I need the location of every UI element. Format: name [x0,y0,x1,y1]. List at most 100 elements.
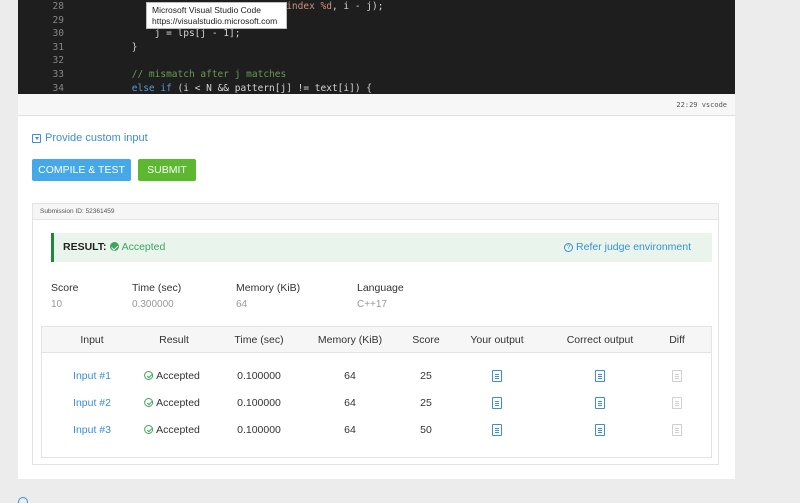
stat-time-header: Time (sec) [132,282,182,294]
document-icon[interactable] [595,370,605,382]
info-circle-icon [18,497,28,503]
memory-cell: 64 [344,424,356,436]
stat-time: Time (sec) 0.300000 [132,282,181,310]
code-token: // mismatch after j matches [131,68,287,80]
document-icon [672,370,682,382]
code-token: else if [131,82,172,94]
document-icon[interactable] [492,370,502,382]
input-link[interactable]: Input #1 [73,370,111,382]
stat-score-header: Score [51,282,79,294]
column-header: Score [412,334,440,346]
column-header: Memory (KiB) [317,334,383,346]
code-line[interactable]: // mismatch after j matches [86,68,735,82]
code-line[interactable] [86,54,735,68]
memory-cell: 64 [344,397,356,409]
score-cell: 25 [420,397,432,409]
code-token: , i - j); [331,1,384,12]
app-tooltip: Microsoft Visual Studio Code https://vis… [146,2,287,29]
score-cell: 25 [420,370,432,382]
check-circle-icon [144,371,154,380]
code-line[interactable]: } [86,41,735,55]
line-number: 29 [52,14,64,26]
your-output-cell[interactable] [492,397,502,412]
tooltip-title: Microsoft Visual Studio Code [152,5,261,15]
provide-custom-input-toggle[interactable]: Provide custom input [32,132,148,144]
line-number: 30 [52,28,64,40]
your-output-cell[interactable] [492,370,502,385]
submission-card: Submission ID: 52361459 RESULT: Accepted … [32,203,719,465]
input-link[interactable]: Input #3 [73,424,111,436]
test-results-table: Input Result Time (sec) Memory (KiB) Sco… [41,326,712,458]
column-header: Diff [669,334,685,346]
table-row: Input #3 Accepted 0.100000 64 50 [42,418,711,445]
score-cell: 50 [420,424,432,436]
stat-language: Language C++17 [357,282,404,310]
check-circle-icon [144,425,154,434]
code-token: (i < N && pattern[j] != text[i]) { [171,82,372,94]
diff-cell [672,424,682,439]
input-link[interactable]: Input #2 [73,397,111,409]
time-cell: 0.100000 [237,397,281,409]
submission-id: Submission ID: 52361459 [33,204,718,220]
question-circle-icon: ? [564,242,574,252]
time-cell: 0.100000 [237,370,281,382]
line-number: 34 [52,82,64,94]
table-row: Input #2 Accepted 0.100000 64 25 [42,391,711,418]
correct-output-cell[interactable] [595,424,605,439]
result-cell: Accepted [144,370,200,382]
code-line[interactable]: else if (i < N && pattern[j] != text[i])… [86,82,735,94]
column-header: Correct output [566,334,634,346]
stat-language-value: C++17 [357,299,388,310]
stat-score: Score 10 [51,282,78,310]
result-text: Accepted [156,424,200,436]
refer-label: Refer judge environment [576,241,691,253]
submit-button[interactable]: SUBMIT [138,159,196,181]
table-header: Input Result Time (sec) Memory (KiB) Sco… [42,327,711,353]
column-header: Your output [470,334,524,346]
line-number: 31 [52,41,64,53]
memory-cell: 64 [344,370,356,382]
code-token: } [131,41,138,53]
document-icon[interactable] [492,397,502,409]
custom-input-label: Provide custom input [45,132,148,144]
refer-judge-environment-link[interactable]: ? Refer judge environment [564,241,691,253]
code-line[interactable]: j = lps[j - 1]; [86,27,735,41]
result-text: Accepted [156,397,200,409]
stat-memory-header: Memory (KiB) [236,282,301,294]
document-icon[interactable] [595,424,605,436]
compile-test-button[interactable]: COMPILE & TEST [32,159,131,181]
correct-output-cell[interactable] [595,370,605,385]
tooltip-url: https://visualstudio.microsoft.com [152,16,278,26]
result-cell: Accepted [144,424,200,436]
stat-score-value: 10 [51,299,63,310]
document-icon [672,424,682,436]
diff-cell [672,370,682,385]
table-row: Input #1 Accepted 0.100000 64 25 [42,364,711,391]
stat-memory: Memory (KiB) 64 [236,282,300,310]
result-value: Accepted [121,241,166,253]
result-label: RESULT: [63,241,107,253]
stat-memory-value: 64 [236,299,248,310]
document-icon[interactable] [595,397,605,409]
your-output-cell[interactable] [492,424,502,439]
column-header: Time (sec) [234,334,284,346]
column-header: Input [80,334,104,346]
line-number: 32 [52,55,64,67]
code-token: j = lps[j - 1]; [154,28,241,40]
line-number: 33 [52,68,64,80]
stat-language-header: Language [357,282,404,294]
editor-status-text: 22:29 vscode [676,101,727,109]
result-cell: Accepted [144,397,200,409]
editor-status-bar: 22:29 vscode [18,94,735,116]
check-circle-icon [144,398,154,407]
diff-cell [672,397,682,412]
submission-panel: Provide custom input COMPILE & TEST SUBM… [18,116,735,479]
correct-output-cell[interactable] [595,397,605,412]
check-circle-icon [109,242,119,251]
column-header: Result [159,334,189,346]
result-banner: RESULT: Accepted ? Refer judge environmen… [51,233,712,262]
code-editor[interactable]: 28 29 30 31 32 33 34 at index %d, i - j)… [18,0,735,94]
result-text: Accepted [156,370,200,382]
document-icon[interactable] [492,424,502,436]
document-icon [672,397,682,409]
